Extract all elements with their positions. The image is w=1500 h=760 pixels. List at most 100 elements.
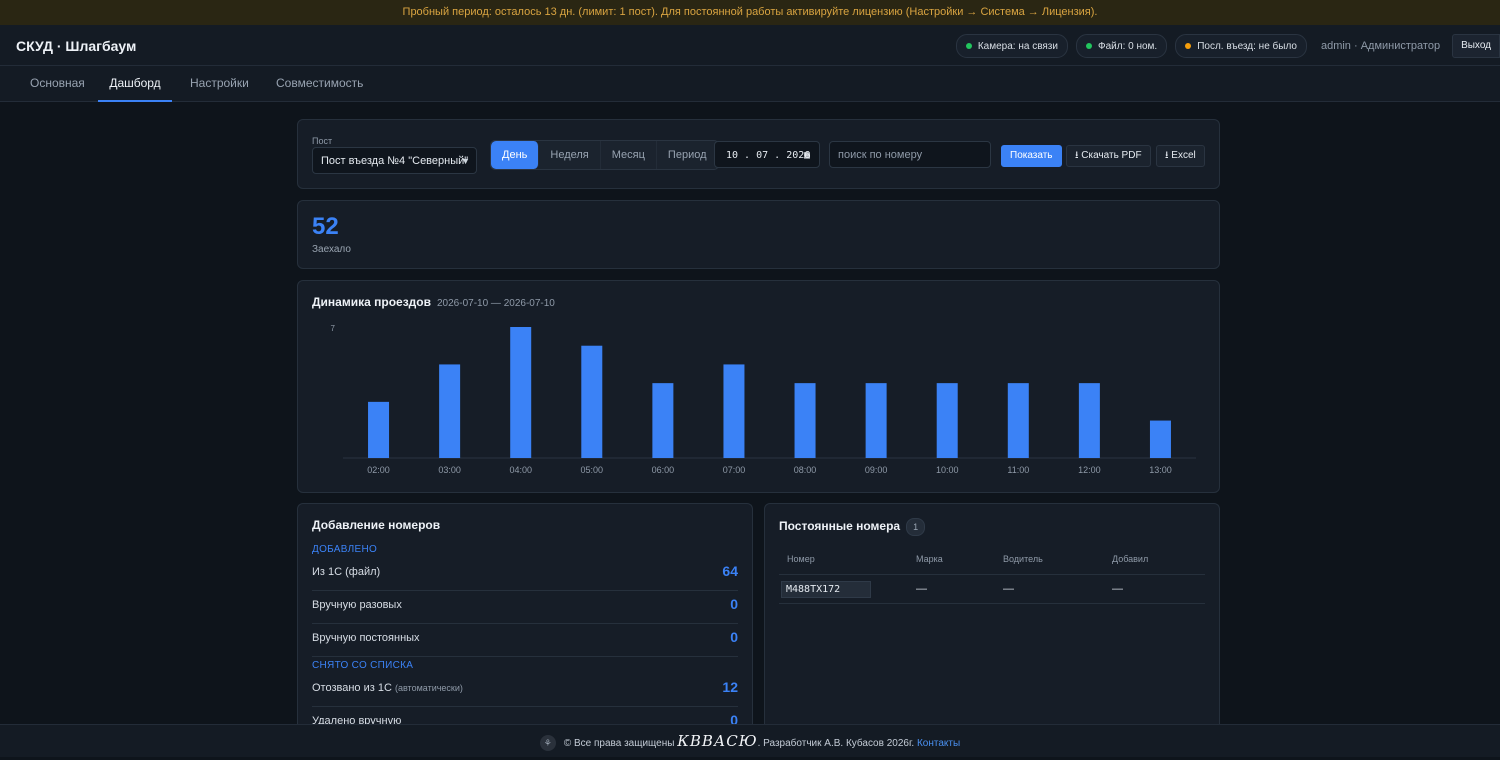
status-dot-icon (1185, 43, 1192, 49)
stat-value: 0 (730, 596, 738, 612)
last-entry-status-badge: Посл. въезд: не было (1175, 34, 1307, 58)
x-tick-label: 07:00 (723, 465, 746, 475)
date-input[interactable]: 10 . 07 . 2026 ▦ (714, 141, 820, 168)
chart-bar[interactable] (723, 364, 745, 458)
file-status-label: Файл: 0 ном. (1097, 40, 1158, 52)
added-by-cell: — (1104, 574, 1205, 604)
date-value: 10 . 07 . 2026 (726, 150, 811, 161)
stat-label: Отозвано из 1С (автоматически) (312, 682, 463, 694)
logout-button[interactable]: Выход (1452, 34, 1500, 58)
chart-bar[interactable] (652, 383, 674, 458)
camera-status-label: Камера: на связи (977, 40, 1058, 52)
stat-label: Вручную постоянных (312, 632, 420, 644)
app-title: СКУД · Шлагбаум (16, 38, 137, 54)
plate-number: М488ТХ172 (781, 580, 872, 598)
excel-button[interactable]: ⭳ Excel (1156, 145, 1205, 167)
chart-bar[interactable] (510, 327, 532, 458)
post-select-value: Пост въезда №4 "Северный" (321, 155, 469, 167)
added-section-header: ДОБАВЛЕНО (312, 544, 378, 555)
trial-banner: Пробный период: осталось 13 дн. (лимит: … (0, 0, 1500, 26)
stat-value: 0 (730, 629, 738, 645)
download-pdf-button[interactable]: ⭳ Скачать PDF (1066, 145, 1151, 167)
camera-status-badge: Камера: на связи (955, 34, 1068, 58)
header-status-bar: Камера: на связи Файл: 0 ном. Посл. въез… (955, 34, 1500, 58)
contacts-link[interactable]: Контакты (917, 738, 960, 749)
status-dot-icon (1085, 43, 1092, 49)
x-tick-label: 11:00 (1007, 465, 1029, 475)
period-day-button[interactable]: День (491, 141, 540, 169)
stat-row: Вручную постоянных 0 (312, 624, 738, 657)
stat-label-text: Отозвано из 1С (312, 682, 392, 694)
entered-count: 52 (312, 213, 339, 240)
last-entry-status-label: Посл. въезд: не было (1197, 40, 1297, 52)
traffic-bar-chart: 7 02:00 03:00 04:00 05:00 06:00 07:00 08:00 09:0… (331, 324, 1196, 475)
chevron-down-icon: ▼ (461, 156, 470, 166)
brand-logo: КВВАСЮ (677, 732, 758, 750)
kpi-card: 52 Заехало (297, 200, 1220, 269)
plate-search-input[interactable] (829, 141, 991, 168)
chart-bar[interactable] (581, 345, 603, 458)
app-header: СКУД · Шлагбаум Камера: на связи Файл: 0… (0, 25, 1500, 66)
x-tick-label: 10:00 (936, 465, 959, 475)
chart-bar[interactable] (1078, 383, 1100, 458)
stat-label: Из 1С (файл) (312, 566, 381, 578)
developer-text: . Разработчик А.В. Кубасов 2026г. (757, 738, 915, 749)
x-tick-label: 05:00 (581, 465, 604, 475)
brand-cell: — (908, 574, 995, 604)
period-month-button[interactable]: Месяц (601, 141, 657, 169)
period-week-button[interactable]: Неделя (539, 141, 601, 169)
stat-value: 64 (722, 563, 738, 579)
period-toggle: День Неделя Месяц Период (490, 140, 719, 170)
y-tick-label: 7 (331, 324, 336, 333)
tab-dashboard[interactable]: Дашборд (98, 66, 172, 102)
period-range-button[interactable]: Период (657, 141, 718, 169)
stat-row: Из 1С (файл) 64 (312, 558, 738, 591)
chart-bar[interactable] (439, 364, 461, 458)
chart-bar[interactable] (1007, 383, 1029, 458)
x-tick-label: 13:00 (1149, 465, 1172, 475)
traffic-chart-card: Динамика проездов 2026-07-10 — 2026-07-10… (297, 280, 1220, 493)
footer: ⚘ © Все права защищены КВВАСЮ. Разработчи… (0, 724, 1500, 757)
status-dot-icon (965, 43, 972, 49)
stat-label: Вручную разовых (312, 599, 402, 611)
table-header-row: Номер Марка Водитель Добавил (779, 544, 1205, 575)
stat-value: 12 (722, 679, 738, 695)
tab-compatibility[interactable]: Совместимость (276, 66, 363, 100)
column-header: Номер (779, 544, 908, 575)
file-status-badge: Файл: 0 ном. (1075, 34, 1168, 58)
main-tabs: Основная Дашборд Настройки Совместимость (0, 66, 1500, 102)
chart-bar[interactable] (794, 383, 816, 458)
stat-row: Отозвано из 1С (автоматически) 12 (312, 674, 738, 707)
filters-panel: Пост Пост въезда №4 "Северный" ▼ День Не… (297, 119, 1220, 189)
permanent-plates-table: Номер Марка Водитель Добавил М488ТХ172 —… (779, 544, 1205, 604)
column-header: Водитель (995, 544, 1104, 575)
x-tick-label: 06:00 (652, 465, 675, 475)
stat-note: (автоматически) (394, 683, 463, 693)
tab-settings[interactable]: Настройки (190, 66, 249, 100)
post-label: Пост (312, 136, 333, 146)
additions-title: Добавление номеров (312, 518, 441, 532)
additions-card: Добавление номеров ДОБАВЛЕНО Из 1С (файл… (297, 503, 753, 744)
x-tick-label: 04:00 (509, 465, 532, 475)
chart-bar[interactable] (865, 383, 887, 458)
chart-bar[interactable] (1149, 420, 1171, 458)
current-user: admin · Администратор (1320, 40, 1441, 52)
show-button[interactable]: Показать (1001, 145, 1062, 167)
post-select[interactable]: Пост въезда №4 "Северный" ▼ (312, 147, 477, 174)
developer-logo-icon: ⚘ (539, 735, 556, 752)
calendar-icon[interactable]: ▦ (804, 142, 810, 169)
tab-main[interactable]: Основная (30, 66, 85, 100)
x-tick-label: 03:00 (438, 465, 461, 475)
table-row[interactable]: М488ТХ172 — — — (779, 574, 1205, 604)
x-tick-label: 12:00 (1078, 465, 1101, 475)
chart-bar[interactable] (936, 383, 958, 458)
x-tick-label: 02:00 (367, 465, 390, 475)
copyright-text: © Все права защищены (563, 738, 675, 749)
permanent-plates-card: Постоянные номера 1 Номер Марка Водитель … (764, 503, 1220, 744)
count-badge: 1 (906, 518, 926, 536)
column-header: Добавил (1104, 544, 1205, 575)
chart-bar[interactable] (368, 401, 390, 458)
plate-cell: М488ТХ172 (779, 574, 908, 604)
permanent-title: Постоянные номера 1 (779, 518, 926, 536)
permanent-title-text: Постоянные номера (779, 519, 901, 533)
